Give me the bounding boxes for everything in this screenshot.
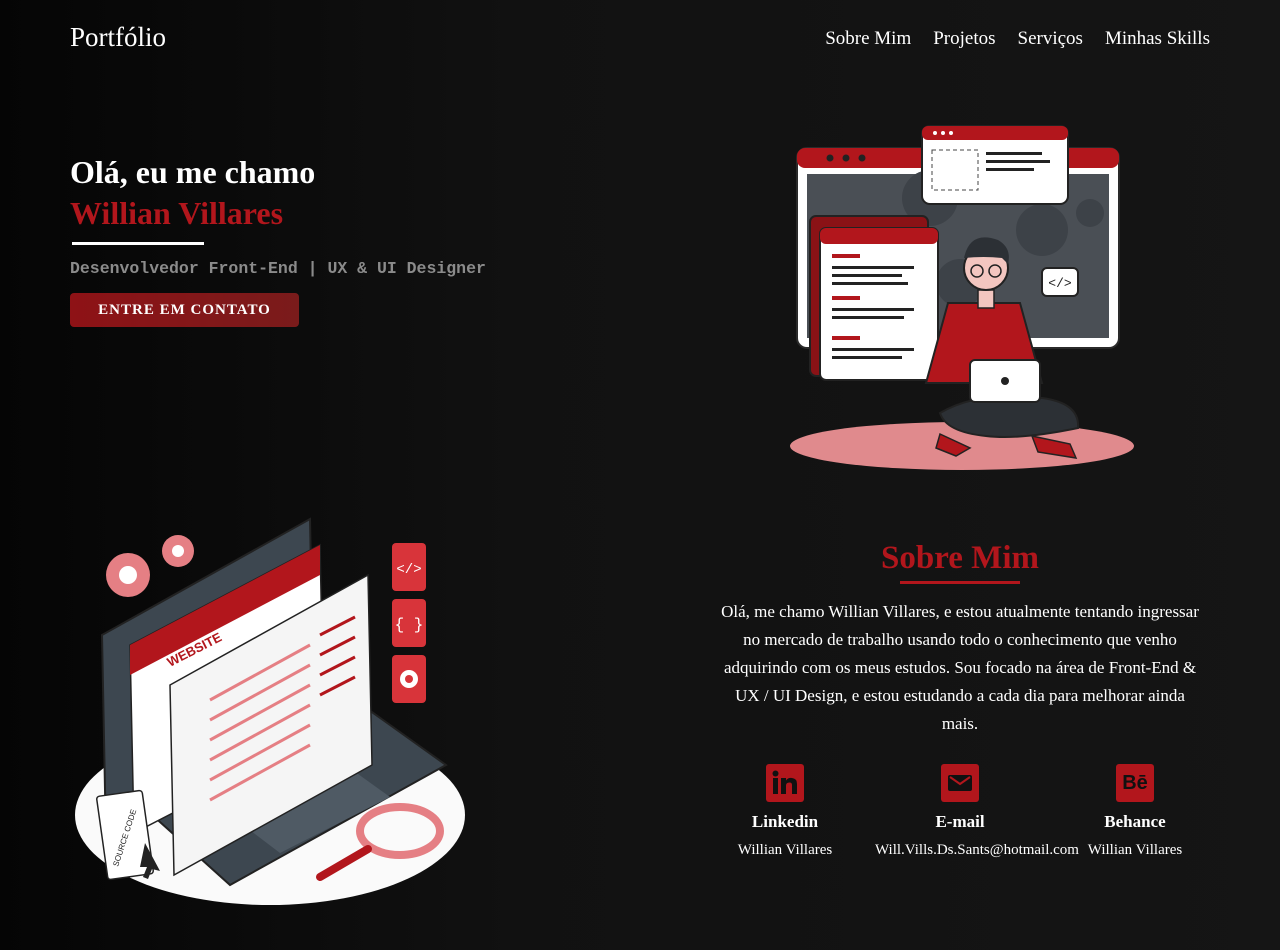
about-text: Olá, me chamo Willian Villares, e estou … xyxy=(721,602,1199,733)
linkedin-icon[interactable] xyxy=(766,764,804,802)
contact-label: Behance xyxy=(1104,812,1166,831)
contact-email[interactable]: E-mail Will.Vills.Ds.Sants@hotmail.com xyxy=(875,764,1079,859)
hero-greeting: Olá, eu me chamo xyxy=(70,154,316,190)
nav-minhas-skills[interactable]: Minhas Skills xyxy=(1105,28,1210,50)
nav-servicos[interactable]: Serviços xyxy=(1018,28,1083,50)
hero-role: Desenvolvedor Front-End | UX & UI Design… xyxy=(70,259,486,278)
main-nav: Sobre Mim Projetos Serviços Minhas Skill… xyxy=(825,28,1210,50)
contact-button[interactable]: ENTRE EM CONTATO xyxy=(70,293,299,327)
behance-icon[interactable]: Bē xyxy=(1116,764,1154,802)
nav-projetos[interactable]: Projetos xyxy=(933,28,995,50)
nav-sobre-mim[interactable]: Sobre Mim xyxy=(825,28,911,50)
contact-value[interactable]: Will.Vills.Ds.Sants@hotmail.com xyxy=(875,842,1079,859)
email-icon[interactable] xyxy=(941,764,979,802)
brand-logo[interactable]: Portfólio xyxy=(70,22,166,53)
contacts-section: Linkedin Willian Villares E-mail Will.Vi… xyxy=(700,764,1220,859)
about-title: Sobre Mim xyxy=(881,540,1039,576)
contact-value[interactable]: Willian Villares xyxy=(700,842,870,859)
about-section: Sobre Mim Olá, me chamo Willian Villares… xyxy=(700,540,1220,738)
contact-behance[interactable]: Bē Behance Willian Villares xyxy=(1050,764,1220,859)
contact-value[interactable]: Willian Villares xyxy=(1050,842,1220,859)
laptop-website-illustration: WEBSITE </> { } SOURCE CODE xyxy=(75,517,465,905)
svg-text:</>: </> xyxy=(1048,276,1072,291)
svg-text:{ }: { } xyxy=(395,616,424,634)
svg-text:</>: </> xyxy=(396,562,421,578)
contact-label: E-mail xyxy=(935,812,985,831)
hero-divider xyxy=(72,242,204,245)
about-divider xyxy=(900,581,1020,584)
hero-section: Olá, eu me chamo Willian Villares Desenv… xyxy=(70,152,486,327)
contact-label: Linkedin xyxy=(751,812,819,831)
hero-name: Willian Villares xyxy=(70,195,284,231)
developer-illustration: </> xyxy=(790,125,1134,470)
contact-linkedin[interactable]: Linkedin Willian Villares xyxy=(700,764,870,859)
